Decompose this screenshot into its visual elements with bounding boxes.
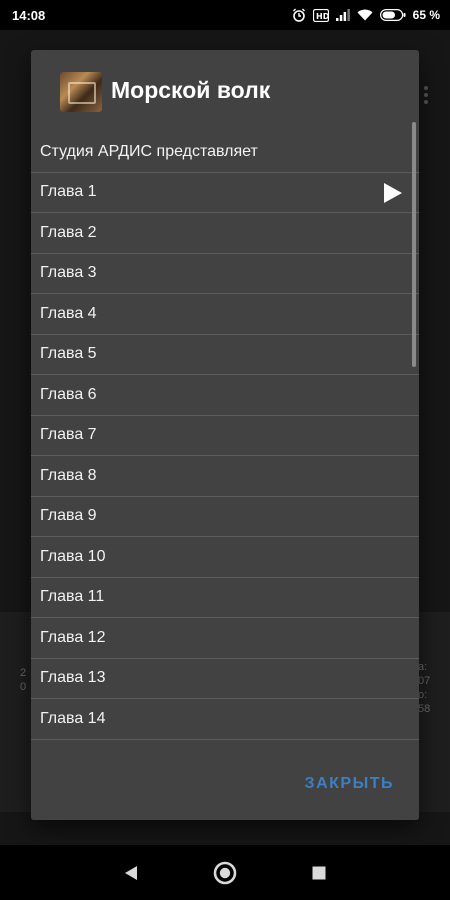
background-text: а:: [418, 661, 428, 673]
home-icon[interactable]: [210, 858, 240, 888]
chapter-label: Глава 3: [40, 264, 97, 282]
chapter-label: Глава 7: [40, 426, 97, 444]
chapter-list-item[interactable]: Глава 2: [31, 213, 419, 254]
chapter-list-item[interactable]: Глава 1: [31, 173, 419, 213]
chapter-list-item[interactable]: Глава 10: [31, 537, 419, 578]
chapter-label: Глава 9: [40, 507, 97, 525]
background-text: 07: [418, 675, 431, 687]
background-text-right: а: 07 о: 58: [418, 660, 430, 716]
dialog-header: Морской волк: [31, 50, 419, 132]
background-text: 58: [418, 703, 431, 715]
dialog-footer: ЗАКРЫТЬ: [31, 752, 419, 820]
chapter-label: Глава 12: [40, 628, 106, 646]
chapter-label: Глава 5: [40, 345, 97, 363]
chapter-list-item[interactable]: Глава 3: [31, 254, 419, 294]
close-button[interactable]: ЗАКРЫТЬ: [305, 775, 394, 793]
chapter-list-item[interactable]: Глава 9: [31, 497, 419, 537]
chapter-list[interactable]: Студия АРДИС представляет Глава 1 Глава 2 Г…: [31, 132, 419, 800]
wifi-icon: [357, 9, 373, 21]
background-text: 0: [20, 681, 27, 693]
chapter-list-item[interactable]: Глава 11: [31, 578, 419, 618]
data-icon: HD: [312, 8, 329, 22]
background-text-left: 2 0: [20, 666, 26, 694]
recents-icon[interactable]: [304, 858, 334, 888]
chapter-label: Глава 2: [40, 223, 97, 241]
scrollbar[interactable]: [412, 122, 416, 367]
chapter-label: Глава 8: [40, 466, 97, 484]
svg-text:HD: HD: [316, 12, 329, 21]
dialog-title: Морской волк: [111, 77, 271, 103]
chapter-list-item[interactable]: Глава 7: [31, 416, 419, 456]
list-item-intro[interactable]: Студия АРДИС представляет: [31, 132, 419, 173]
overflow-menu-icon: [424, 86, 428, 107]
chapter-label: Глава 4: [40, 304, 97, 322]
play-icon: [383, 182, 403, 209]
background-text: 2: [20, 667, 27, 679]
battery-icon: [379, 9, 406, 21]
chapter-dialog: Морской волк Студия АРДИС представляет Гл…: [31, 50, 419, 820]
back-icon[interactable]: [116, 858, 146, 888]
chapter-label: Глава 14: [40, 709, 106, 727]
chapter-list-item[interactable]: Глава 12: [31, 618, 419, 659]
signal-icon: [335, 9, 350, 21]
chapter-label: Глава 6: [40, 385, 97, 403]
chapter-list-item[interactable]: Глава 14: [31, 699, 419, 740]
background-text: о:: [418, 689, 428, 701]
chapter-label: Глава 10: [40, 547, 106, 565]
battery-percent: 65 %: [412, 8, 440, 22]
chapter-list-item[interactable]: Глава 13: [31, 659, 419, 699]
chapter-label: Глава 13: [40, 669, 106, 687]
chapter-label: Глава 1: [40, 183, 97, 201]
navigation-bar: [0, 845, 450, 900]
chapter-list-item[interactable]: Глава 4: [31, 294, 419, 335]
chapter-label: Глава 11: [40, 588, 105, 606]
chapter-list-item[interactable]: Глава 6: [31, 375, 419, 416]
alarm-icon: [292, 8, 306, 22]
status-bar: 14:08 HD 65 %: [0, 0, 450, 30]
chapter-label: Студия АРДИС представляет: [40, 142, 258, 160]
chapter-list-item[interactable]: Глава 5: [31, 335, 419, 375]
status-time: 14:08: [12, 7, 46, 23]
chapter-list-item[interactable]: Глава 8: [31, 456, 419, 497]
status-icons: HD 65 %: [292, 8, 440, 22]
book-cover-image: [60, 72, 102, 112]
